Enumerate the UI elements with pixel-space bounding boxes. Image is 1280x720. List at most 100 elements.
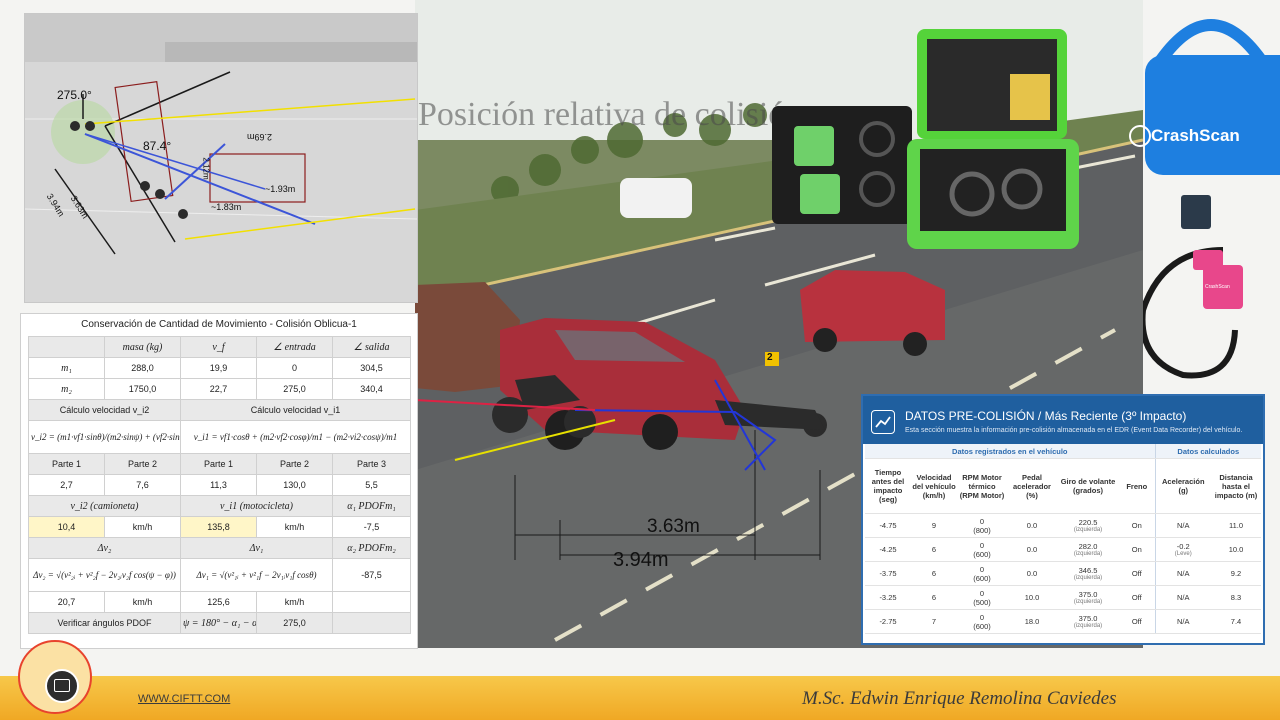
cell: 0 (600) [957, 537, 1007, 562]
cell: 0.0 [1007, 561, 1057, 586]
cell: N/A [1154, 561, 1212, 586]
cell: 9.2 [1211, 561, 1262, 586]
cell: 10.0 [1007, 585, 1057, 610]
cell: 375.0 (izquierda) [1057, 609, 1119, 634]
diagram-dim-183: ~1.83m [211, 202, 242, 212]
header-cell: Tiempo antes del impacto (seg) [865, 458, 911, 514]
rpm-sub: (500) [973, 597, 991, 607]
diagram-angle-87: 87.4° [143, 139, 172, 153]
giro-value: 375.0 [1078, 590, 1098, 599]
cell: -3.25 [865, 585, 911, 610]
cell [332, 591, 411, 613]
cell: 7 [911, 609, 957, 634]
diagram-dim-212: 2.12m [201, 157, 211, 180]
crashscan-cable-label: CrashScan [1205, 284, 1230, 290]
value-vi2: 10,4 [28, 516, 105, 538]
header-cell: Freno [1119, 458, 1156, 514]
cell: N/A [1154, 513, 1212, 538]
group-recorded: Datos registrados en el vehículo [865, 444, 1156, 459]
cell: 304,5 [332, 357, 411, 379]
author-name: M.Sc. Edwin Enrique Remolina Caviedes [802, 688, 1117, 709]
table-row: Δv₂ Δv₁ α₂ PDOFm₂ [28, 537, 411, 559]
giro-sub: (izquierda) [1073, 527, 1103, 533]
group-calculated: Datos calculados [1154, 444, 1262, 459]
table-row: 20,7 km/h 125,6 km/h [28, 591, 411, 613]
rpm-value: 0 [979, 612, 985, 622]
value-dv2: 20,7 [28, 591, 105, 613]
cell: 220.5 (izquierda) [1057, 513, 1119, 538]
formula-vi1: v_i1 = vf1·cosθ + (m2·vf2·cosφ)/m1 − (m2… [180, 420, 411, 454]
cell: 275,0 [256, 378, 333, 400]
cell: Off [1119, 585, 1156, 610]
cell: 7.4 [1211, 609, 1262, 634]
cell: -2.75 [865, 609, 911, 634]
header-cell: ∠ salida [332, 336, 411, 358]
header-cell: Aceleración (g) [1154, 458, 1212, 514]
giro-sub: (izquierda) [1073, 623, 1103, 629]
cell: 0.0 [1007, 537, 1057, 562]
table-row: m₁ 288,0 19,9 0 304,5 [28, 357, 411, 379]
cell: 11,3 [180, 474, 257, 496]
label-vi2: v_i2 (camioneta) [28, 495, 181, 517]
giro-value: 220.5 [1078, 518, 1098, 527]
giro-sub: (izquierda) [1073, 599, 1103, 605]
cell: -4.75 [865, 513, 911, 538]
cell: 375.0 (izquierda) [1057, 585, 1119, 610]
value-alpha1: -7,5 [332, 516, 411, 538]
cell: On [1119, 513, 1156, 538]
cell: 288,0 [104, 357, 181, 379]
cell: 0.0 [1007, 513, 1057, 538]
table-row: -3.75 6 0 (600) 0.0 346.5 (izquierda) Off … [865, 561, 1262, 586]
image-viewer-button[interactable] [45, 669, 79, 703]
table-row: Δv₂ = √(v²₂ᵢ + v²₂f − 2v₂ᵢv₂f cos(ψ − φ)… [28, 558, 411, 592]
cell: 22,7 [180, 378, 257, 400]
image-icon [54, 679, 70, 692]
formula-dv1: Δv₁ = √(v²₁ᵢ + v²₁f − 2v₁ᵢv₁f cosθ) [180, 558, 333, 592]
cell: 0 (600) [957, 561, 1007, 586]
diagram-dim-193: ~1.93m [265, 184, 296, 194]
verify-label: Verificar ángulos PDOF [28, 612, 181, 634]
cell: 0 (800) [957, 513, 1007, 538]
giro-value: 375.0 [1078, 614, 1098, 623]
cell: 340,4 [332, 378, 411, 400]
table-row: Cálculo velocidad v_i2 Cálculo velocidad… [28, 399, 411, 421]
cell: 10.0 [1211, 537, 1262, 562]
table-row: v_i2 = (m1·vf1·sinθ)/(m2·sinψ) + (vf2·si… [28, 420, 411, 454]
table-row: v_i2 (camioneta) v_i1 (motocicleta) α₁ P… [28, 495, 411, 517]
table-row: -4.75 9 0 (800) 0.0 220.5 (izquierda) On N… [865, 513, 1262, 538]
table-row: Tiempo antes del impacto (seg) Velocidad… [865, 458, 1262, 514]
diagram-angle-275: 275.0° [57, 88, 92, 102]
cell: Off [1119, 609, 1156, 634]
value-vi1: 135,8 [180, 516, 257, 538]
cell: 5,5 [332, 474, 411, 496]
cell: Parte 2 [256, 453, 333, 475]
rpm-value: 0 [979, 588, 985, 598]
cell: Parte 1 [180, 453, 257, 475]
crashscan-kit: CrashScan CrashScan [1129, 0, 1280, 395]
cell: 11.0 [1211, 513, 1262, 538]
slide-title: Posición relativa de colisión [418, 96, 803, 133]
table-row: Verificar ángulos PDOF ψ = 180° − α₁ − α… [28, 612, 411, 634]
giro-value: 346.5 [1078, 566, 1098, 575]
cell: N/A [1154, 609, 1212, 634]
label-dv1: Δv₁ [180, 537, 333, 559]
rpm-value: 0 [979, 516, 985, 526]
edr-header: DATOS PRE-COLISIÓN / Más Reciente (3º Im… [863, 396, 1263, 444]
value-dv1: 125,6 [180, 591, 257, 613]
table-row: masa (kg) v_f ∠ entrada ∠ salida [28, 336, 411, 358]
momentum-table-title: Conservación de Cantidad de Movimiento -… [81, 319, 357, 330]
cell: Parte 2 [104, 453, 181, 475]
website-link[interactable]: WWW.CIFTT.COM [138, 693, 230, 705]
giro-value: 282.0 [1078, 542, 1098, 551]
row-label: m₁ [28, 357, 105, 379]
table-row: 2,7 7,6 11,3 130,0 5,5 [28, 474, 411, 496]
momentum-conservation-table: Conservación de Cantidad de Movimiento -… [20, 313, 418, 649]
cell: -3.75 [865, 561, 911, 586]
cell: 7,6 [104, 474, 181, 496]
chart-line-icon [871, 410, 895, 434]
rpm-sub: (600) [973, 549, 991, 559]
rpm-sub: (600) [973, 621, 991, 631]
table-row: -4.25 6 0 (600) 0.0 282.0 (izquierda) On -… [865, 537, 1262, 562]
giro-sub: (izquierda) [1073, 551, 1103, 557]
cell: 282.0 (izquierda) [1057, 537, 1119, 562]
